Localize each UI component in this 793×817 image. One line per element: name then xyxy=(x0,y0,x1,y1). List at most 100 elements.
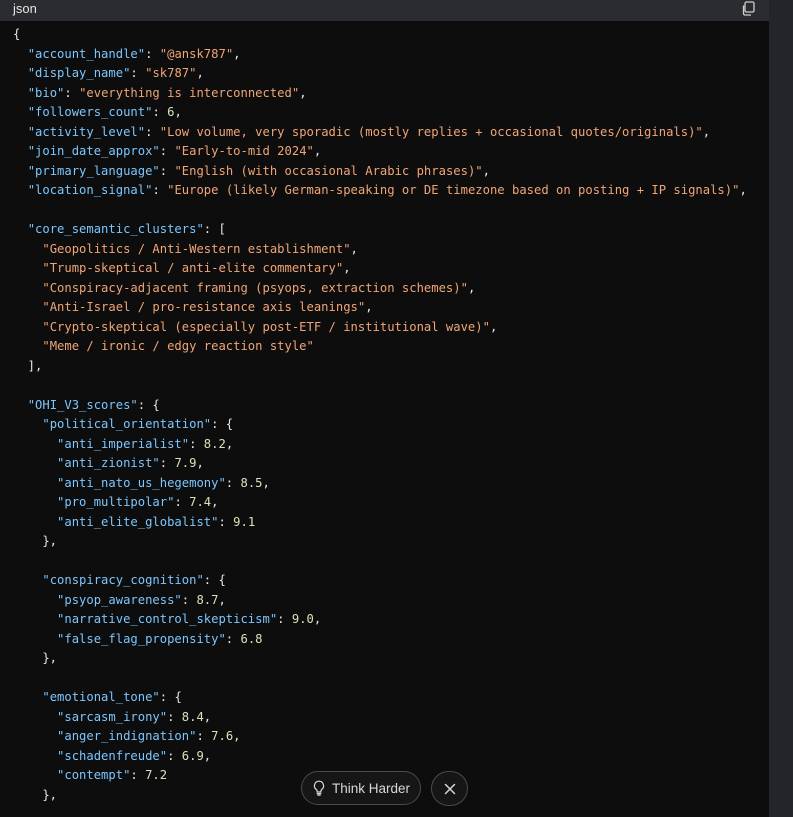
code-token-string: "everything is interconnected" xyxy=(79,85,300,100)
code-token-number: 8.4 xyxy=(181,709,204,724)
code-token-number: 7.2 xyxy=(145,768,168,782)
code-token-punct: , xyxy=(196,456,204,470)
think-harder-button[interactable]: Think Harder xyxy=(301,771,421,805)
code-token-punct xyxy=(13,144,28,158)
code-line: "display_name": "sk787", xyxy=(13,64,747,84)
code-line: "anti_elite_globalist": 9.1 xyxy=(13,513,747,533)
code-token-punct: : xyxy=(152,183,168,197)
code-token-number: 9.0 xyxy=(291,612,314,626)
code-token-punct xyxy=(13,729,57,743)
code-token-punct xyxy=(13,281,42,295)
code-line: "anti_imperialist": 8.2, xyxy=(13,435,747,455)
code-token-punct xyxy=(13,164,28,178)
close-button[interactable] xyxy=(431,771,468,806)
code-token-punct xyxy=(13,573,42,587)
code-token-punct xyxy=(13,105,28,119)
code-token-punct: , xyxy=(299,85,307,100)
code-token-punct xyxy=(13,612,57,626)
code-token-punct: : xyxy=(145,46,160,61)
code-token-punct xyxy=(13,690,42,704)
code-token-punct xyxy=(13,710,57,724)
code-line: "conspiracy_cognition": { xyxy=(13,571,747,591)
code-token-number: 7.6 xyxy=(211,729,234,743)
code-token-punct xyxy=(13,495,57,509)
code-token-string: "Crypto-skeptical (especially post-ETF /… xyxy=(42,319,490,334)
code-token-key: "followers_count" xyxy=(27,105,153,119)
code-token-punct: : { xyxy=(137,397,160,412)
code-line: "psyop_awareness": 8.7, xyxy=(13,591,747,611)
code-line: "anti_nato_us_hegemony": 8.5, xyxy=(13,474,747,494)
code-token-key: "sarcasm_irony" xyxy=(57,709,168,724)
code-token-string: "@ansk787" xyxy=(159,46,234,61)
code-token-punct xyxy=(13,47,28,61)
code-line: }, xyxy=(13,649,747,669)
code-token-punct xyxy=(13,261,42,275)
code-token-punct: }, xyxy=(13,787,58,802)
code-block-header: json xyxy=(0,0,769,21)
code-token-string: "Early-to-mid 2024" xyxy=(174,144,314,158)
code-token-punct xyxy=(13,66,28,80)
copy-icon[interactable] xyxy=(740,0,757,17)
code-token-punct xyxy=(13,320,42,334)
code-token-key: "contempt" xyxy=(57,768,131,782)
code-token-string: "Europe (likely German-speaking or DE ti… xyxy=(167,183,740,197)
code-line: "Crypto-skeptical (especially post-ETF /… xyxy=(13,318,747,338)
code-token-punct: : xyxy=(167,709,182,724)
code-line: "Meme / ironic / edgy reaction style" xyxy=(13,337,747,357)
code-token-key: "display_name" xyxy=(27,66,131,80)
code-token-punct xyxy=(13,749,57,763)
code-token-punct: : { xyxy=(159,690,182,704)
code-token-key: "pro_multipolar" xyxy=(57,495,175,509)
code-token-punct xyxy=(13,768,57,782)
scrollbar-track[interactable] xyxy=(769,0,793,817)
code-token-punct: , xyxy=(350,241,358,256)
code-token-number: 8.7 xyxy=(196,592,219,607)
code-block: json { "account_handle": "@ansk787", "di… xyxy=(0,0,769,817)
think-harder-label: Think Harder xyxy=(331,780,411,796)
code-token-key: "narrative_control_skepticism" xyxy=(57,612,278,626)
code-token-punct: : xyxy=(196,729,212,743)
code-token-string: "Low volume, very sporadic (mostly repli… xyxy=(159,124,703,139)
code-token-key: "anti_nato_us_hegemony" xyxy=(57,475,226,490)
code-line: "Geopolitics / Anti-Western establishmen… xyxy=(13,240,747,260)
code-token-punct: , xyxy=(739,183,747,197)
code-token-punct xyxy=(13,222,28,236)
code-token-key: "core_semantic_clusters" xyxy=(27,222,204,236)
code-token-punct xyxy=(13,125,28,139)
code-token-punct: : xyxy=(225,475,241,490)
code-token-punct: , xyxy=(233,46,241,61)
code-token-number: 7.4 xyxy=(189,495,212,509)
code-token-number: 8.2 xyxy=(203,436,226,451)
code-token-punct: , xyxy=(233,729,241,743)
code-line: "anger_indignation": 7.6, xyxy=(13,727,747,747)
code-token-punct: , xyxy=(211,495,219,509)
code-token-number: 9.1 xyxy=(233,514,256,529)
close-icon xyxy=(444,783,455,794)
code-token-punct: : xyxy=(181,592,197,607)
code-token-punct: , xyxy=(489,319,498,334)
code-token-punct: , xyxy=(174,105,182,119)
code-line: "narrative_control_skepticism": 9.0, xyxy=(13,610,747,630)
code-token-punct xyxy=(13,417,42,431)
code-token-punct: , xyxy=(365,300,373,314)
code-token-punct xyxy=(13,398,28,412)
code-token-punct: , xyxy=(702,124,711,139)
code-token-punct xyxy=(13,632,57,646)
code-token-punct: : xyxy=(218,514,234,529)
code-line: "location_signal": "Europe (likely Germa… xyxy=(13,181,747,201)
code-token-string: "Anti-Israel / pro-resistance axis leani… xyxy=(42,300,366,314)
code-content: { "account_handle": "@ansk787", "display… xyxy=(13,25,747,805)
code-token-punct xyxy=(13,339,42,353)
code-token-punct: , xyxy=(313,144,322,158)
code-token-string: "English (with occasional Arabic phrases… xyxy=(174,163,483,178)
code-line: }, xyxy=(13,532,747,552)
code-token-punct: : xyxy=(225,631,241,646)
code-token-punct: : xyxy=(174,495,190,509)
code-line: "sarcasm_irony": 8.4, xyxy=(13,708,747,728)
code-token-string: "Conspiracy-adjacent framing (psyops, ex… xyxy=(42,280,468,295)
code-token-key: "anti_elite_globalist" xyxy=(57,514,219,529)
code-token-punct: : xyxy=(159,456,175,470)
code-token-punct: { xyxy=(13,27,21,41)
